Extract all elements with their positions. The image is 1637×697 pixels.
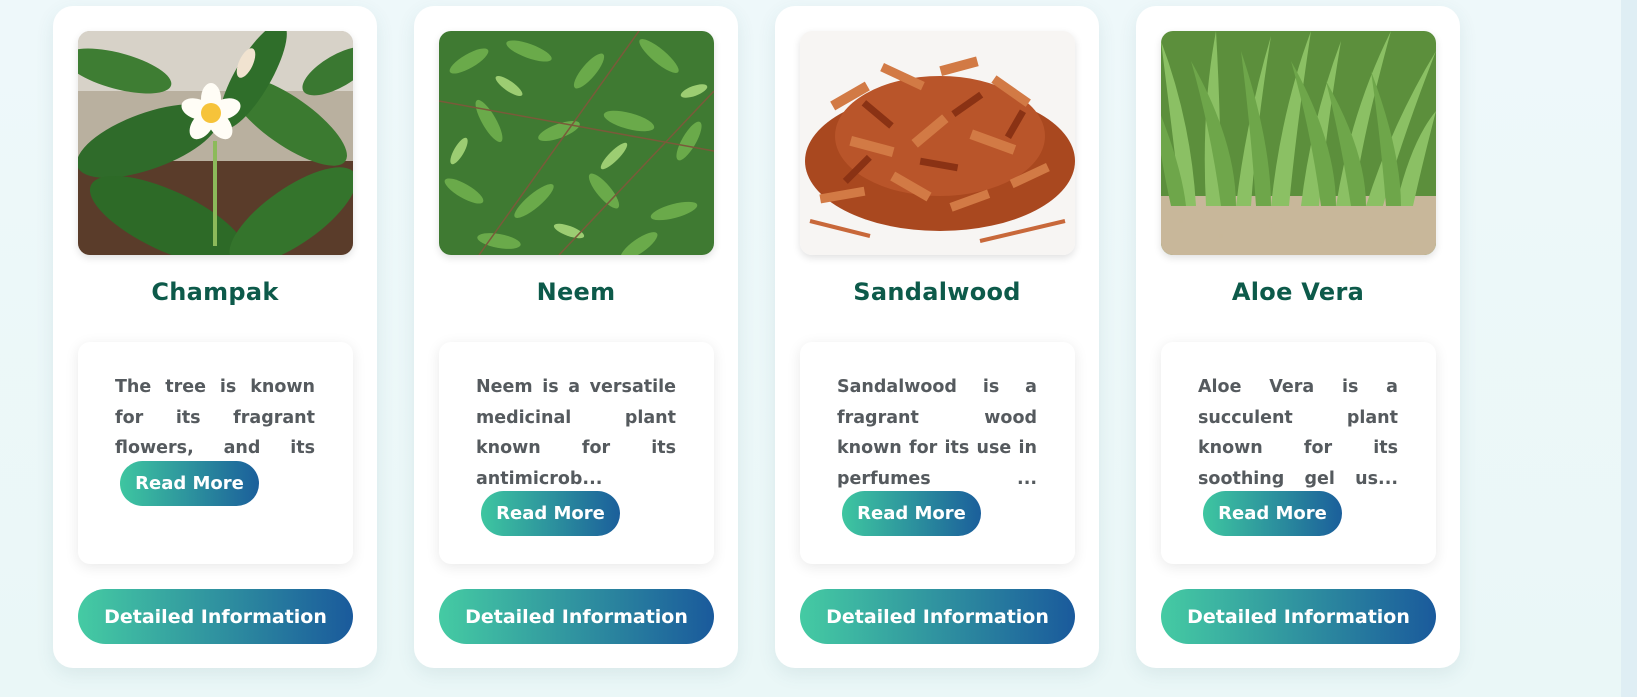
read-more-button[interactable]: Read More (842, 491, 981, 536)
detailed-information-button[interactable]: Detailed Information (439, 589, 714, 644)
plant-description: The tree is known for its fragrant flowe… (115, 377, 315, 458)
plant-card-sandalwood: Sandalwood Sandalwood is a fragrant wood… (775, 6, 1099, 668)
description-panel: Sandalwood is a fragrant wood known for … (800, 342, 1075, 564)
neem-leaves-image (439, 31, 714, 255)
description-panel: Neem is a versatile medicinal plant know… (439, 342, 714, 564)
plant-title: Neem (536, 278, 616, 306)
read-more-button[interactable]: Read More (120, 461, 259, 506)
plant-description: Sandalwood is a fragrant wood known for … (837, 377, 1037, 489)
plant-card-aloe-vera: Aloe Vera Aloe Vera is a succulent plant… (1136, 6, 1460, 668)
description-panel: Aloe Vera is a succulent plant known for… (1161, 342, 1436, 564)
detailed-information-button[interactable]: Detailed Information (1161, 589, 1436, 644)
sandalwood-chips-image (800, 31, 1075, 255)
champak-flower-image (78, 31, 353, 255)
plant-title: Aloe Vera (1231, 278, 1365, 306)
plant-description: Neem is a versatile medicinal plant know… (476, 377, 676, 489)
aloe-vera-image (1161, 31, 1436, 255)
detailed-information-button[interactable]: Detailed Information (800, 589, 1075, 644)
plant-card-champak: Champak The tree is known for its fragra… (53, 6, 377, 668)
page-scrollbar-track[interactable] (1621, 0, 1637, 697)
plant-description: Aloe Vera is a succulent plant known for… (1198, 377, 1398, 489)
plant-card-neem: Neem Neem is a versatile medicinal plant… (414, 6, 738, 668)
description-panel: The tree is known for its fragrant flowe… (78, 342, 353, 564)
plant-title: Sandalwood (853, 278, 1021, 306)
detailed-information-button[interactable]: Detailed Information (78, 589, 353, 644)
plant-card-grid: Champak The tree is known for its fragra… (53, 6, 1460, 668)
plant-title: Champak (151, 278, 279, 306)
read-more-button[interactable]: Read More (1203, 491, 1342, 536)
read-more-button[interactable]: Read More (481, 491, 620, 536)
